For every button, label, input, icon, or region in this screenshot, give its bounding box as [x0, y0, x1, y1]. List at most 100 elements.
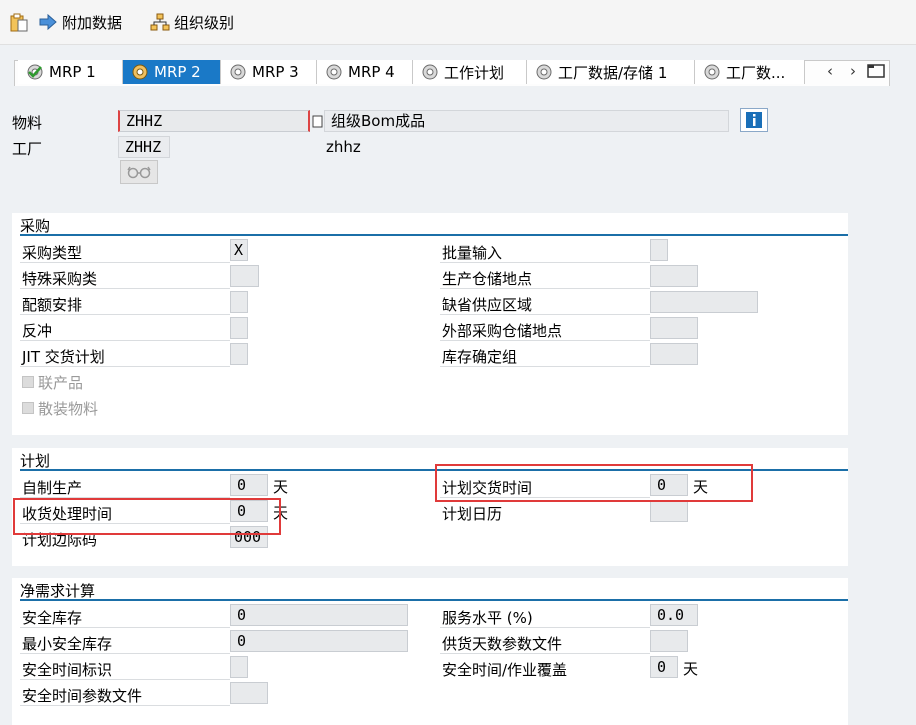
ext-proc-storage-location-label: 外部采购仓储地点	[442, 322, 563, 340]
quota-arrangement-field[interactable]	[230, 291, 248, 313]
row-line	[440, 653, 650, 654]
tab-mrp4[interactable]: MRP 4	[317, 60, 413, 84]
inhouse-production-field[interactable]: 0	[230, 474, 268, 496]
safety-time-coverage-unit: 天	[683, 660, 699, 678]
info-icon	[746, 112, 762, 128]
tab-label: MRP 2	[154, 63, 201, 81]
service-level-label: 服务水平 (%)	[442, 609, 533, 627]
safety-time-coverage-field[interactable]: 0	[650, 656, 678, 678]
tab-plant-data-storage1[interactable]: 工厂数据/存储 1	[527, 60, 695, 84]
row-line	[20, 262, 230, 263]
planning-calendar-field[interactable]	[650, 500, 688, 522]
row-line	[20, 627, 230, 628]
row-line	[440, 314, 650, 315]
chevron-right-icon: ›	[850, 62, 856, 80]
highlight-planned-delivery-time	[435, 464, 753, 502]
org-levels-label: 组织级别	[174, 13, 235, 32]
coverage-profile-field[interactable]	[650, 630, 688, 652]
tab-label: MRP 4	[348, 63, 395, 81]
ext-proc-storage-location-field[interactable]	[650, 317, 698, 339]
row-line	[20, 340, 230, 341]
tab-mrp3[interactable]: MRP 3	[221, 60, 317, 84]
plant-field[interactable]: ZHHZ	[118, 136, 170, 158]
batch-entry-label: 批量输入	[442, 244, 503, 262]
special-procurement-label: 特殊采购类	[22, 270, 98, 288]
arrow-right-icon	[39, 13, 57, 31]
net-requirements-group: 净需求计算 安全库存 0 最小安全库存 0 安全时间标识 安全时间参数文件 服务…	[12, 578, 848, 725]
tab-label: MRP 3	[252, 63, 299, 81]
append-data-button[interactable]: 附加数据	[38, 10, 122, 34]
plant-label: 工厂	[12, 140, 43, 158]
check-gear-icon	[27, 64, 43, 80]
row-line	[20, 366, 230, 367]
chevron-left-icon: ‹	[827, 62, 833, 80]
tab-scroll-left-button[interactable]: ‹	[820, 60, 840, 82]
tab-label: 工作计划	[444, 63, 505, 82]
procurement-type-field[interactable]: X	[230, 239, 248, 261]
procurement-group: 采购 采购类型 X 特殊采购类 配额安排 反冲 JIT 交货计划 联产品 散装物…	[12, 213, 848, 435]
row-line	[20, 679, 230, 680]
tab-mrp1[interactable]: MRP 1	[18, 60, 123, 84]
net-requirements-title: 净需求计算	[20, 582, 96, 600]
row-line	[440, 627, 650, 628]
planning-calendar-label: 计划日历	[442, 505, 503, 523]
backflush-label: 反冲	[22, 322, 53, 340]
co-product-label: 联产品	[38, 374, 84, 392]
clipboard-icon	[10, 13, 28, 32]
tab-work-scheduling[interactable]: 工作计划	[413, 60, 527, 84]
clipboard-button[interactable]	[8, 10, 30, 34]
material-description: 组级Bom成品	[324, 110, 729, 132]
gear-icon	[230, 64, 246, 80]
procurement-title: 采购	[20, 217, 51, 235]
display-glasses-button[interactable]	[120, 160, 158, 184]
backflush-field[interactable]	[230, 317, 248, 339]
default-supply-area-label: 缺省供应区域	[442, 296, 533, 314]
material-field[interactable]: ZHHZ	[118, 110, 310, 132]
service-level-field[interactable]: 0.0	[650, 604, 698, 626]
prod-storage-location-label: 生产仓储地点	[442, 270, 533, 288]
bulk-material-checkbox[interactable]	[22, 402, 34, 414]
row-line	[20, 653, 230, 654]
tab-scroll-right-button[interactable]: ›	[843, 60, 863, 82]
gear-icon	[536, 64, 552, 80]
jit-schedule-field[interactable]	[230, 343, 248, 365]
tab-label: 工厂数据/存储 1	[558, 63, 668, 82]
group-underline	[20, 599, 848, 601]
gear-icon	[132, 64, 148, 80]
min-safety-stock-field[interactable]: 0	[230, 630, 408, 652]
org-hierarchy-icon	[150, 13, 170, 31]
toolbar: 附加数据 组织级别	[0, 0, 916, 45]
safety-stock-field[interactable]: 0	[230, 604, 408, 626]
org-levels-button[interactable]: 组织级别	[150, 10, 234, 34]
tab-list-button[interactable]	[866, 60, 886, 82]
row-line	[20, 705, 230, 706]
info-button[interactable]	[740, 108, 768, 132]
safety-time-indicator-field[interactable]	[230, 656, 248, 678]
special-procurement-field[interactable]	[230, 265, 259, 287]
prod-storage-location-field[interactable]	[650, 265, 698, 287]
safety-time-coverage-label: 安全时间/作业覆盖	[442, 661, 568, 679]
safety-stock-label: 安全库存	[22, 609, 83, 627]
coverage-profile-label: 供货天数参数文件	[442, 635, 563, 653]
tab-mrp2[interactable]: MRP 2	[123, 60, 221, 84]
inhouse-production-label: 自制生产	[22, 479, 83, 497]
row-line	[20, 288, 230, 289]
procurement-type-label: 采购类型	[22, 244, 83, 262]
default-supply-area-field[interactable]	[650, 291, 758, 313]
row-line	[440, 366, 650, 367]
tab-label: MRP 1	[49, 63, 96, 81]
co-product-checkbox[interactable]	[22, 376, 34, 388]
stock-det-group-field[interactable]	[650, 343, 698, 365]
tab-list-icon	[867, 64, 885, 78]
batch-entry-field[interactable]	[650, 239, 668, 261]
jit-schedule-label: JIT 交货计划	[22, 348, 105, 366]
safety-time-profile-field[interactable]	[230, 682, 268, 704]
min-safety-stock-label: 最小安全库存	[22, 635, 113, 653]
highlight-gr-processing-time	[13, 498, 281, 535]
row-line	[440, 262, 650, 263]
copy-icon	[312, 114, 324, 128]
quota-arrangement-label: 配额安排	[22, 296, 83, 314]
tab-plant-data-more[interactable]: 工厂数...	[695, 60, 805, 84]
inhouse-production-unit: 天	[273, 478, 289, 496]
scheduling-title: 计划	[20, 452, 51, 470]
